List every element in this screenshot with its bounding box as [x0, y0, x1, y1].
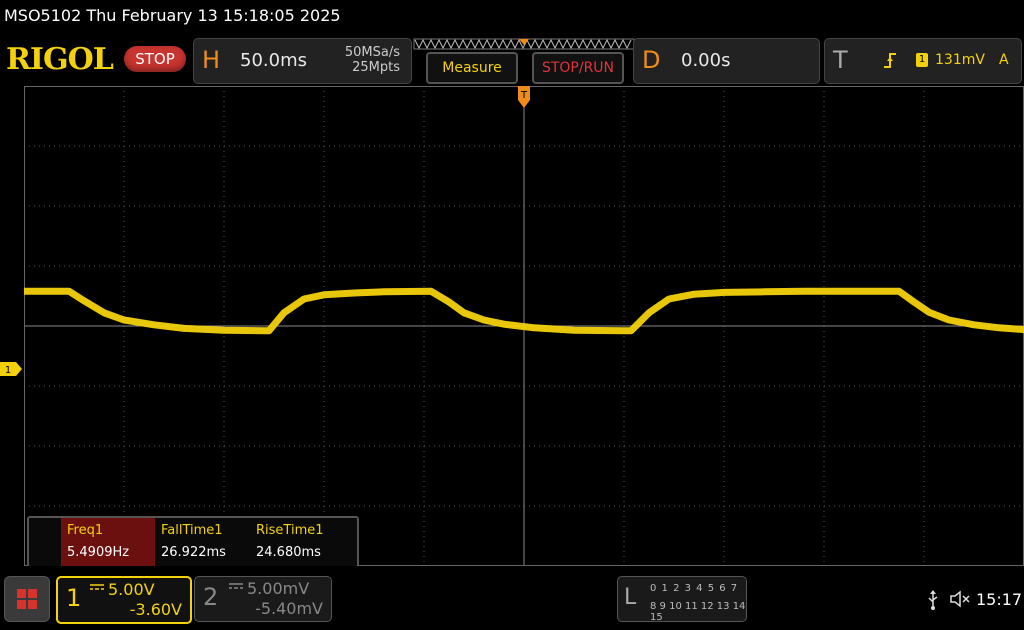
channel-1-offset: -3.60V [129, 600, 182, 619]
run-status-button[interactable]: STOP [124, 46, 186, 72]
logic-channels-low: 0 1 2 3 4 5 6 7 [650, 583, 739, 594]
logic-channels-high: 8 9 10 11 12 13 14 15 [650, 601, 746, 623]
speaker-muted-icon[interactable] [950, 590, 972, 608]
delay-value: 0.00s [681, 50, 731, 71]
measurement-label: Freq1 [67, 523, 104, 538]
trigger-mode: A [999, 52, 1009, 68]
grid-menu-icon [17, 589, 37, 609]
rising-edge-icon [884, 53, 896, 68]
memory-position-indicator [413, 38, 635, 50]
trigger-panel[interactable]: T 1 131mV A [824, 38, 1022, 84]
main-menu-button[interactable] [4, 576, 50, 622]
measurement-panel[interactable]: Freq1 5.4909Hz FallTime1 26.922ms RiseTi… [27, 516, 359, 568]
memory-depth: 25Mpts [352, 60, 400, 75]
clock: 15:17 [976, 590, 1023, 609]
measurement-value: 26.922ms [161, 545, 226, 560]
delay-panel[interactable]: D 0.00s [633, 38, 820, 84]
measurement-label: FallTime1 [161, 523, 223, 538]
dc-coupling-icon [90, 584, 104, 590]
trigger-position-marker: T [518, 86, 530, 108]
measurement-label: RiseTime1 [256, 523, 324, 538]
measurement-value: 24.680ms [256, 545, 321, 560]
channel-1-panel[interactable]: 1 5.00V -3.60V [56, 576, 192, 624]
channel-2-scale: 5.00mV [247, 579, 310, 598]
svg-text:T: T [520, 90, 528, 101]
horizontal-panel[interactable]: H 50.0ms 50MSa/s 25Mpts [193, 38, 412, 84]
trigger-level: 131mV [935, 52, 985, 68]
toolbar: RIGOL STOP H 50.0ms 50MSa/s 25Mpts Measu… [0, 34, 1024, 86]
dc-coupling-icon [229, 583, 243, 589]
sample-rate: 50MSa/s [344, 45, 400, 60]
measurement-value: 5.4909Hz [67, 545, 130, 560]
channel-2-panel[interactable]: 2 5.00mV -5.40mV [194, 576, 332, 622]
timebase-value: 50.0ms [240, 50, 307, 71]
trigger-source-badge: 1 [916, 53, 928, 67]
bottom-bar: 1 5.00V -3.60V 2 5.00mV -5.40mV L 0 1 2 … [0, 566, 1024, 630]
channel-1-scale: 5.00V [108, 580, 155, 599]
measure-button[interactable]: Measure [426, 52, 518, 84]
trigger-letter: T [833, 46, 848, 74]
svg-text:1: 1 [5, 365, 11, 376]
horizontal-letter: H [202, 46, 221, 74]
measurement-freq[interactable]: Freq1 5.4909Hz [61, 518, 155, 566]
delay-letter: D [642, 46, 661, 74]
logic-analyzer-panel[interactable]: L 0 1 2 3 4 5 6 7 8 9 10 11 12 13 14 15 [617, 576, 747, 623]
acquisition-info: 50MSa/s 25Mpts [332, 45, 400, 75]
measurement-falltime[interactable]: FallTime1 26.922ms [155, 518, 249, 566]
rigol-logo: RIGOL [6, 42, 114, 77]
channel-1-number: 1 [66, 584, 82, 612]
title-bar: MSO5102 Thu February 13 15:18:05 2025 [0, 0, 1024, 34]
measurement-risetime[interactable]: RiseTime1 24.680ms [250, 518, 344, 566]
channel-2-number: 2 [203, 583, 219, 611]
stop-run-button[interactable]: STOP/RUN [532, 52, 624, 84]
logic-analyzer-letter: L [624, 585, 637, 610]
window-title: MSO5102 Thu February 13 15:18:05 2025 [4, 6, 341, 25]
channel-1-ground-marker[interactable]: 1 [0, 362, 22, 376]
waveform-display[interactable]: T [24, 86, 1024, 566]
usb-icon [928, 590, 938, 610]
channel-2-offset: -5.40mV [255, 599, 323, 618]
